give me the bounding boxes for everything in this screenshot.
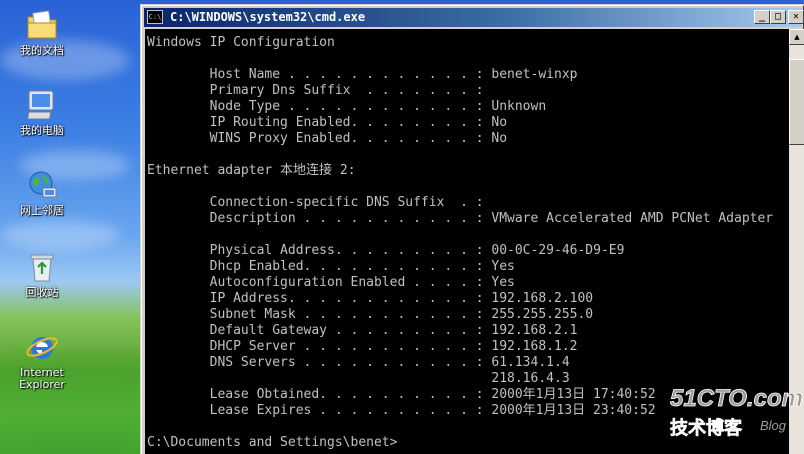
console-line: Primary Dns Suffix . . . . . . . : (147, 83, 484, 98)
my-documents-icon (27, 10, 57, 39)
scroll-up-button[interactable]: ▲ (789, 29, 804, 45)
console-line: WINS Proxy Enabled. . . . . . . . : No (147, 131, 508, 146)
console-output[interactable]: Windows IP Configuration Host Name . . .… (145, 29, 789, 454)
cmd-system-icon[interactable]: C:\ (147, 10, 163, 24)
desktop-icon-my-documents[interactable]: 我的文档 (7, 8, 77, 57)
console-line: C:\Documents and Settings\benet> (147, 435, 398, 450)
console-line: Default Gateway . . . . . . . . . : 192.… (147, 323, 578, 338)
desktop-icon-network-places[interactable]: 网上邻居 (7, 168, 77, 217)
desktop-icon-recycle-bin[interactable]: 回收站 (7, 250, 77, 299)
console-line: Lease Obtained. . . . . . . . . . : 2000… (147, 387, 656, 402)
recycle-bin-icon (30, 254, 54, 282)
internet-explorer-icon (26, 337, 58, 359)
scroll-thumb[interactable] (789, 59, 804, 145)
desktop-icon-internet-explorer[interactable]: Internet Explorer (7, 330, 77, 391)
console-line: Host Name . . . . . . . . . . . . : bene… (147, 67, 578, 82)
cloud-shape (0, 220, 120, 250)
console-line: IP Address. . . . . . . . . . . . : 192.… (147, 291, 594, 306)
console-line: Connection-specific DNS Suffix . : (147, 195, 484, 210)
console-line: Windows IP Configuration (147, 35, 335, 50)
console-line: Physical Address. . . . . . . . . : 00-0… (147, 243, 625, 258)
cmd-window[interactable]: C:\ C:\WINDOWS\system32\cmd.exe _ □ ✕ Wi… (140, 4, 804, 454)
window-titlebar[interactable]: C:\ C:\WINDOWS\system32\cmd.exe _ □ ✕ (144, 8, 804, 27)
console-line: Dhcp Enabled. . . . . . . . . . . : Yes (147, 259, 515, 274)
desktop-icon-label: 网上邻居 (20, 204, 64, 217)
window-title: C:\WINDOWS\system32\cmd.exe (170, 10, 366, 24)
my-computer-icon (26, 90, 54, 120)
console-line: Autoconfiguration Enabled . . . . : Yes (147, 275, 515, 290)
desktop-icon-label: Internet Explorer (19, 366, 65, 391)
minimize-button[interactable]: _ (754, 10, 770, 24)
close-button[interactable]: ✕ (788, 10, 804, 24)
console-line: Description . . . . . . . . . . . : VMwa… (147, 211, 774, 226)
console-line: Ethernet adapter 本地连接 2: (147, 163, 356, 178)
desktop-icon-label: 我的文档 (20, 44, 64, 57)
network-places-icon (29, 171, 57, 198)
desktop-icon-label: 回收站 (25, 286, 59, 299)
desktop-icon-label: 我的电脑 (20, 124, 64, 137)
console-line: 218.16.4.3 (147, 371, 570, 386)
vertical-scrollbar[interactable]: ▲ (789, 29, 804, 454)
console-line: Node Type . . . . . . . . . . . . : Unkn… (147, 99, 547, 114)
desktop-icon-my-computer[interactable]: 我的电脑 (7, 88, 77, 137)
console-line: DNS Servers . . . . . . . . . . . : 61.1… (147, 355, 570, 370)
console-lines: Windows IP Configuration Host Name . . .… (147, 35, 773, 451)
console-line: Subnet Mask . . . . . . . . . . . : 255.… (147, 307, 594, 322)
console-line: DHCP Server . . . . . . . . . . . : 192.… (147, 339, 578, 354)
maximize-button[interactable]: □ (770, 10, 786, 24)
console-line: Lease Expires . . . . . . . . . . : 2000… (147, 403, 656, 418)
console-line: IP Routing Enabled. . . . . . . . : No (147, 115, 508, 130)
